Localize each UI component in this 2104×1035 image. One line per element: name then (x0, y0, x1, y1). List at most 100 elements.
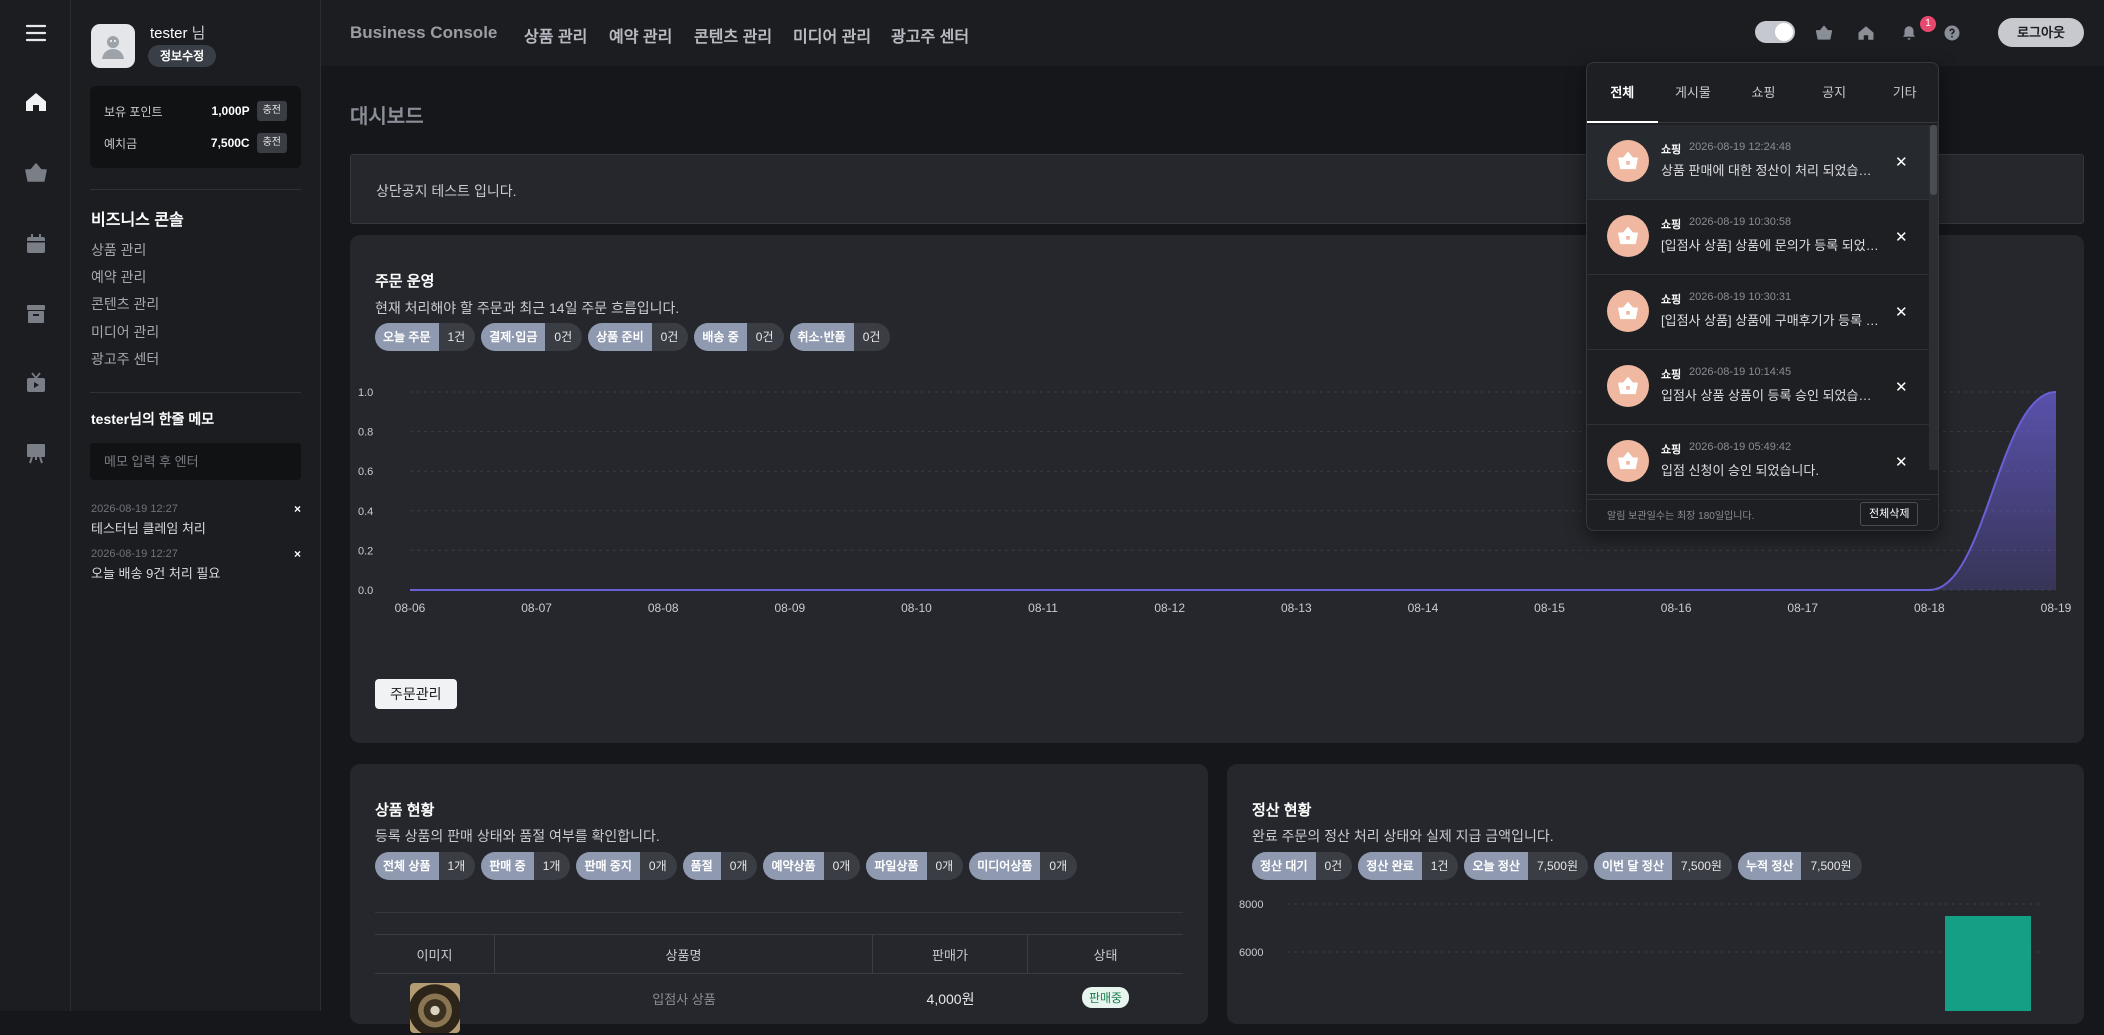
charge-points-button[interactable]: 충전 (256, 101, 287, 121)
logout-button[interactable]: 로그아웃 (1998, 18, 2084, 47)
bar (1945, 916, 2031, 1011)
tab-posts[interactable]: 게시물 (1658, 63, 1729, 122)
chip-preparing[interactable]: 상품 준비 0건 (588, 323, 689, 351)
calendar-icon[interactable] (0, 224, 71, 264)
product-status-badge: 판매중 (1028, 987, 1183, 1008)
memo-delete-icon[interactable]: × (294, 502, 301, 516)
chip-key: 판매 중 (481, 852, 534, 880)
chip-reservation-products[interactable]: 예약상품 0개 (763, 852, 861, 880)
brand-title[interactable]: Business Console (350, 23, 497, 43)
help-icon[interactable] (1941, 22, 1963, 44)
advertiser-board-icon[interactable] (0, 433, 71, 473)
tab-etc[interactable]: 기타 (1869, 63, 1938, 122)
shopping-basket-icon (1607, 365, 1649, 407)
home-icon[interactable] (0, 82, 71, 122)
chip-shipping[interactable]: 배송 중 0건 (694, 323, 784, 351)
avatar[interactable] (91, 24, 135, 68)
shopping-basket-icon (1607, 290, 1649, 332)
side-menu-reservations[interactable]: 예약 관리 (91, 267, 146, 287)
home-icon[interactable] (1855, 22, 1877, 44)
notification-date: 2026-08-19 10:14:45 (1689, 366, 1792, 378)
chip-key: 누적 정산 (1737, 852, 1802, 880)
points-value: 1,000P (211, 104, 250, 118)
chip-today-orders[interactable]: 오늘 주문 1건 (375, 323, 476, 351)
notification-item[interactable]: 쇼핑 2026-08-19 10:30:31 [입점사 상품] 상품에 구매후기가 … (1587, 275, 1930, 350)
chip-on-sale[interactable]: 판매 중 1개 (481, 852, 571, 880)
chip-cancel-return[interactable]: 취소·반품 0건 (789, 323, 891, 351)
toggle-knob (1775, 23, 1793, 41)
product-thumbnail[interactable] (410, 983, 460, 1033)
col-status: 상태 (1093, 947, 1118, 963)
chip-sale-stopped[interactable]: 판매 중지 0개 (576, 852, 677, 880)
chip-settle-today[interactable]: 오늘 정산 7,500원 (1464, 852, 1589, 880)
media-tv-icon[interactable] (0, 363, 71, 403)
x-tick-label: 08-15 (1534, 601, 1565, 615)
settlement-desc: 완료 주문의 정산 처리 상태와 실제 지급 금액입니다. (1252, 828, 1554, 844)
notification-item[interactable]: 쇼핑 2026-08-19 10:30:58 [입점사 상품] 상품에 문의가 등록… (1587, 200, 1930, 275)
side-menu-advertiser[interactable]: 광고주 센터 (91, 349, 159, 369)
bell-icon[interactable] (1898, 22, 1920, 44)
nav-advertiser[interactable]: 광고주 센터 (891, 23, 969, 47)
memo-delete-icon[interactable]: × (294, 547, 301, 561)
chip-payment[interactable]: 결제·입금 0건 (481, 323, 583, 351)
nav-media[interactable]: 미디어 관리 (793, 23, 871, 47)
hamburger-menu-icon[interactable] (0, 13, 71, 53)
tab-shopping[interactable]: 쇼핑 (1728, 63, 1799, 122)
notification-item[interactable]: 쇼핑 2026-08-19 10:14:45 입점사 상품 상품이 등록 승인 되었… (1587, 350, 1930, 425)
chip-key: 배송 중 (694, 323, 747, 351)
shopping-basket-icon[interactable] (0, 153, 71, 193)
theme-toggle[interactable] (1755, 21, 1795, 43)
nav-reservations[interactable]: 예약 관리 (609, 23, 672, 47)
content-box-icon[interactable] (0, 294, 71, 334)
settlement-card: 정산 현황 완료 주문의 정산 처리 상태와 실제 지급 금액입니다. 정산 대… (1227, 764, 2084, 1024)
close-icon[interactable]: ✕ (1895, 378, 1908, 396)
memo-input[interactable] (90, 443, 301, 480)
x-tick-label: 08-13 (1281, 601, 1312, 615)
clear-all-button[interactable]: 전체삭제 (1860, 502, 1919, 526)
close-icon[interactable]: ✕ (1895, 153, 1908, 171)
chip-media-products[interactable]: 미디어상품 0개 (969, 852, 1078, 880)
edit-profile-button[interactable]: 정보수정 (148, 45, 217, 67)
product-name[interactable]: 입점사 상품 (495, 989, 873, 1008)
chip-settle-total[interactable]: 누적 정산 7,500원 (1737, 852, 1862, 880)
notification-scrollbar[interactable] (1929, 125, 1938, 470)
memo-item: 2026-08-19 12:27 오늘 배송 9건 처리 필요 × (91, 547, 301, 582)
x-tick-label: 08-08 (648, 601, 679, 615)
memo-date: 2026-08-19 12:27 (91, 548, 178, 560)
order-management-button[interactable]: 주문관리 (375, 679, 457, 709)
notification-text: 상품 판매에 대한 정산이 처리 되었습니다. (1661, 163, 1883, 178)
chip-key: 상품 준비 (588, 323, 652, 351)
side-menu-media[interactable]: 미디어 관리 (91, 322, 159, 342)
side-menu-products[interactable]: 상품 관리 (91, 240, 146, 260)
notification-panel: 전체 게시물 쇼핑 공지 기타 쇼핑 2026-08-19 12:24:48 상품 … (1586, 62, 1939, 531)
tab-notice[interactable]: 공지 (1799, 63, 1870, 122)
table-row[interactable]: 입점사 상품 4,000원 판매중 (375, 975, 1183, 1035)
side-section-title: 비즈니스 콘솔 (91, 212, 184, 229)
close-icon[interactable]: ✕ (1895, 228, 1908, 246)
scrollbar-thumb[interactable] (1930, 125, 1937, 195)
side-menu-contents[interactable]: 콘텐츠 관리 (91, 294, 159, 314)
shopping-basket-icon[interactable] (1813, 22, 1835, 44)
memo-date: 2026-08-19 12:27 (91, 503, 178, 515)
close-icon[interactable]: ✕ (1895, 453, 1908, 471)
chip-all-products[interactable]: 전체 상품 1개 (375, 852, 476, 880)
nav-products[interactable]: 상품 관리 (524, 23, 587, 47)
notification-item[interactable]: 쇼핑 2026-08-19 12:24:48 상품 판매에 대한 정산이 처리 되었… (1587, 125, 1930, 200)
deposit-label: 예치금 (104, 136, 138, 151)
chip-sold-out[interactable]: 품절 0개 (682, 852, 758, 880)
chip-key: 정산 완료 (1358, 852, 1422, 880)
chip-settle-pending[interactable]: 정산 대기 0건 (1252, 852, 1353, 880)
charge-deposit-button[interactable]: 충전 (256, 133, 287, 153)
chip-key: 파일상품 (866, 852, 927, 880)
chip-settle-month[interactable]: 이번 달 정산 7,500원 (1594, 852, 1732, 880)
x-tick-label: 08-07 (521, 601, 552, 615)
chip-file-products[interactable]: 파일상품 0개 (866, 852, 964, 880)
close-icon[interactable]: ✕ (1895, 303, 1908, 321)
nav-contents[interactable]: 콘텐츠 관리 (694, 23, 772, 47)
notification-item[interactable]: 쇼핑 2026-08-19 05:49:42 입점 신청이 승인 되었습니다. ✕ (1587, 425, 1930, 500)
chip-key: 미디어상품 (969, 852, 1041, 880)
y-tick-label: 1.0 (358, 387, 373, 399)
chip-settle-done[interactable]: 정산 완료 1건 (1358, 852, 1459, 880)
y-tick-label: 0.0 (358, 585, 373, 597)
tab-all[interactable]: 전체 (1587, 63, 1658, 123)
